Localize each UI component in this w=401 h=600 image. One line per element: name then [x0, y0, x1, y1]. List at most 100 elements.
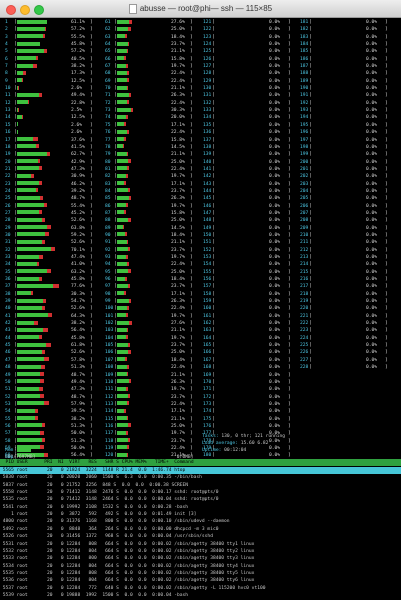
cpu-number: 7	[5, 64, 8, 70]
cpu-percent: 0.0%	[269, 387, 281, 393]
cpu-usage-bar	[116, 34, 172, 39]
cpu-percent: 0.0%	[269, 291, 281, 297]
process-row[interactable]: 5536 root 20 0 12284 804 664 S 0.0 0.0 0…	[0, 577, 401, 584]
cpu-meter-row: 94[22.4%]	[105, 261, 193, 268]
cpu-number: 131	[203, 93, 212, 99]
cpu-percent: 52.6%	[71, 306, 85, 312]
cpu-percent: 57.9%	[71, 401, 85, 407]
zoom-button[interactable]	[34, 5, 44, 15]
cpu-meter-row: 161[0.0%]	[203, 313, 291, 319]
cpu-percent: 0.0%	[269, 335, 281, 341]
cpu-number: 214	[300, 262, 309, 268]
cpu-number: 30	[5, 232, 11, 238]
cpu-number: 89	[105, 225, 111, 231]
cpu-meter-row: 132[0.0%]	[203, 100, 291, 106]
process-row[interactable]: 5531 root 20 0 12284 808 664 S 0.0 0.0 0…	[0, 541, 401, 548]
process-row[interactable]: 5535 root 20 0 12284 808 664 S 0.0 0.0 0…	[0, 570, 401, 577]
cpu-meter-row: 40[52.6%]	[5, 305, 93, 312]
process-row[interactable]: 5533 root 20 0 12284 800 664 S 0.0 0.0 0…	[0, 555, 401, 562]
cpu-usage-bar	[16, 34, 72, 39]
process-row[interactable]: 5837 root 20 0 21752 3256 848 S 0.0 0.0 …	[0, 482, 401, 489]
cpu-percent: 14.5%	[171, 144, 185, 150]
cpu-percent: 19.7%	[171, 255, 185, 260]
cpu-meter-row: 28[52.6%]	[5, 217, 93, 224]
cpu-number: 66	[105, 56, 111, 62]
cpu-percent: 52.6%	[71, 218, 85, 224]
process-row[interactable]: 5539 root 20 0 19888 1992 1500 S 0.0 0.0…	[0, 592, 401, 599]
cpu-meter-row: 133[0.0%]	[203, 108, 291, 114]
cpu-usage-bar	[215, 100, 270, 104]
process-row[interactable]: 4800 root 20 0 31376 1168 800 S 0.0 0.0 …	[0, 518, 401, 525]
cpu-number: 53	[5, 401, 11, 407]
cpu-number: 65	[105, 49, 111, 55]
cpu-meter-row: 9[12.5%]	[5, 78, 93, 84]
cpu-percent: 0.0%	[366, 247, 378, 253]
cpu-number: 105	[105, 343, 114, 349]
cpu-percent: 0.0%	[269, 188, 281, 194]
cpu-percent: 20.0%	[171, 115, 185, 121]
cpu-usage-bar	[312, 20, 367, 24]
cpu-meter-row: 135[0.0%]	[203, 122, 291, 128]
cpu-usage-bar	[116, 423, 172, 428]
cpu-number: 149	[203, 225, 212, 231]
cpu-usage-bar	[16, 70, 72, 75]
cpu-percent: 21.1%	[171, 152, 185, 158]
cpu-number: 13	[5, 108, 11, 114]
cpu-meter-row: 88[25.0%]	[105, 217, 193, 224]
cpu-meter-row: 51[47.3%]	[5, 386, 93, 393]
minimize-button[interactable]	[20, 5, 30, 15]
process-row[interactable]: 5526 root 20 0 31456 1372 968 S 0.0 0.0 …	[0, 533, 401, 540]
cpu-number: 203	[300, 181, 309, 187]
cpu-number: 14	[5, 115, 11, 121]
cpu-percent: 0.0%	[269, 64, 281, 70]
process-row[interactable]: 5565 root 20 0 21824 3224 1148 R 21.4 0.…	[0, 467, 401, 475]
process-row[interactable]: 5492 root 20 0 8848 364 264 S 0.0 0.0 0:…	[0, 526, 401, 533]
cpu-usage-bar	[215, 166, 270, 170]
process-row[interactable]: 1 root 20 0 3872 592 492 S 0.0 0.0 0:01.…	[0, 511, 401, 518]
cpu-percent: 22.4%	[171, 166, 185, 172]
cpu-number: 136	[203, 130, 212, 136]
terminal[interactable]: 1[61.1%] 2[57.2%] 3[55.5%] 4[45.8%] 5[57.2%]…	[0, 18, 401, 600]
cpu-usage-bar	[16, 114, 72, 119]
cpu-percent: 51.3%	[71, 423, 85, 429]
cpu-number: 154	[203, 262, 212, 268]
process-row[interactable]: 5534 root 20 0 12284 804 664 S 0.0 0.0 0…	[0, 563, 401, 570]
process-row[interactable]: 5535 root 20 0 71412 3148 2464 S 0.0 0.0…	[0, 496, 401, 503]
cpu-usage-bar	[116, 327, 172, 332]
cpu-usage-bar	[215, 86, 270, 90]
cpu-meter-row: 148[0.0%]	[203, 218, 291, 224]
cpu-number: 124	[203, 42, 212, 48]
cpu-number: 183	[300, 34, 309, 40]
cpu-percent: 0.0%	[366, 34, 378, 40]
cpu-percent: 26.3%	[171, 196, 185, 202]
cpu-number: 224	[300, 335, 309, 341]
cpu-usage-bar	[16, 210, 72, 215]
close-button[interactable]	[6, 5, 16, 15]
cpu-usage-bar	[215, 152, 270, 156]
cpu-percent: 37.6%	[71, 137, 85, 143]
cpu-percent: 0.0%	[366, 56, 378, 62]
cpu-usage-bar	[215, 196, 270, 200]
cpu-usage-bar	[16, 327, 72, 332]
process-row[interactable]: 5541 root 20 0 19992 2108 1532 S 0.0 0.0…	[0, 504, 401, 511]
cpu-usage-bar	[116, 114, 172, 119]
cpu-percent: 48.7%	[71, 196, 85, 202]
cpu-meter-row: 211[0.0%]	[300, 240, 388, 246]
process-row[interactable]: 5532 root 20 0 12284 804 664 S 0.0 0.0 0…	[0, 548, 401, 555]
cpu-percent: 0.0%	[269, 86, 281, 92]
process-row[interactable]: 5830 root 20 0 20020 2060 1500 S 6.3 0.0…	[0, 474, 401, 481]
cpu-usage-bar	[116, 70, 172, 75]
cpu-number: 150	[203, 232, 212, 238]
cpu-usage-bar	[16, 85, 72, 90]
cpu-number: 50	[5, 379, 11, 385]
process-row[interactable]: 5537 root 20 0 12284 772 640 S 0.0 0.0 0…	[0, 585, 401, 592]
process-row[interactable]: 5558 root 20 0 71412 3148 2476 S 0.0 0.0…	[0, 489, 401, 496]
cpu-percent: 0.0%	[366, 42, 378, 48]
cpu-usage-bar	[215, 401, 270, 405]
cpu-number: 117	[105, 431, 114, 437]
cpu-number: 220	[300, 306, 309, 312]
cpu-percent: 0.0%	[269, 394, 281, 400]
process-table-header[interactable]: PID USER PRI NI VIRT RES SHR S CPU% MEM%…	[0, 459, 401, 467]
cpu-usage-bar	[16, 438, 72, 443]
cpu-percent: 0.0%	[366, 313, 378, 319]
